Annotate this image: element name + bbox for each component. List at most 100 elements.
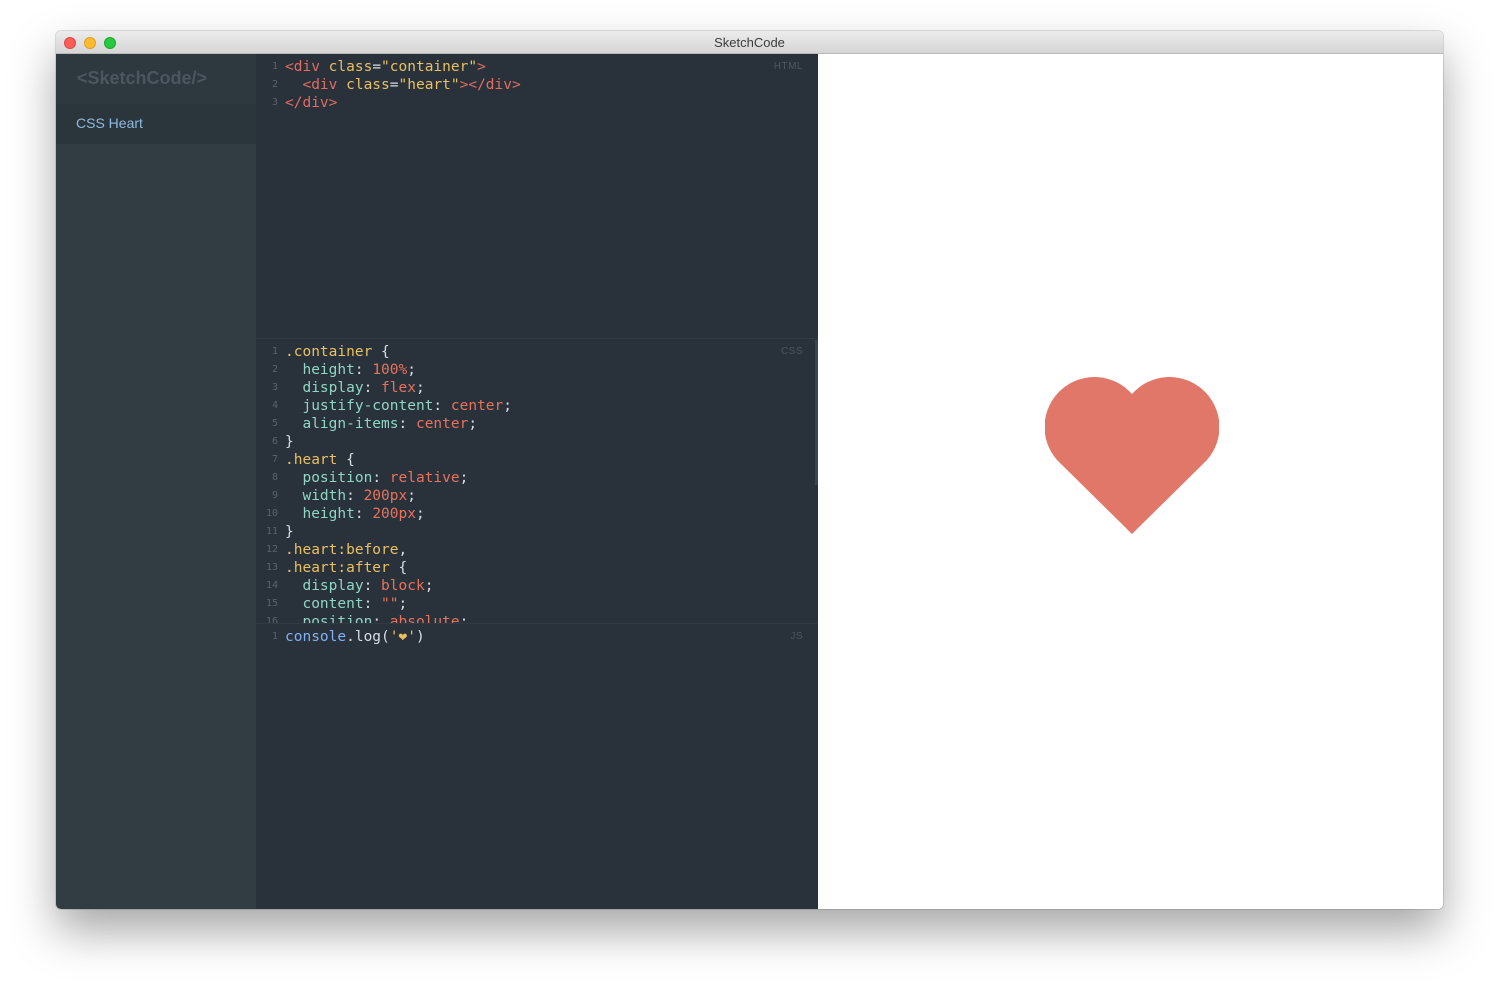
line-number: 3 [271, 382, 278, 393]
code-line[interactable]: 16 position: absolute; [256, 613, 818, 623]
line-number: 8 [271, 472, 278, 483]
code-line[interactable]: 7 .heart { [256, 451, 818, 469]
code-token: : [398, 416, 416, 432]
code-token: .log( [346, 629, 390, 645]
code-token: ; [459, 470, 469, 486]
code-token: > [477, 59, 486, 75]
code-token: "heart" [398, 77, 460, 93]
line-number: 9 [271, 490, 278, 501]
code-token: content [285, 596, 364, 612]
code-token: center [450, 398, 504, 414]
code-token: height [285, 506, 355, 522]
code-line[interactable]: 3 display: flex; [256, 379, 818, 397]
code-token: = [389, 77, 399, 93]
html-code[interactable]: 1 <div class="container"> 2 <div class="he… [256, 58, 818, 112]
window-title: SketchCode [714, 35, 785, 50]
sidebar-item-css-heart[interactable]: CSS Heart [56, 104, 256, 144]
code-token: class [328, 59, 373, 75]
code-line[interactable]: 3 </div> [256, 94, 818, 112]
line-number: 16 [265, 616, 278, 623]
line-number: 4 [271, 400, 278, 411]
code-token: position [285, 614, 373, 623]
sidebar: <SketchCode/> CSS Heart [56, 54, 256, 909]
code-token: : [346, 488, 364, 504]
code-line[interactable]: 11} [256, 523, 818, 541]
code-token: ; [398, 596, 408, 612]
preview-panel [818, 54, 1443, 909]
code-token: : [354, 362, 373, 378]
code-token: ; [407, 488, 416, 504]
code-token: class [346, 77, 390, 93]
js-editor[interactable]: JS 1 console.log('❤') [256, 623, 818, 909]
code-token: 200px [363, 488, 408, 504]
code-token: relative [389, 470, 460, 486]
code-token: ; [424, 578, 434, 594]
code-token: </div> [285, 95, 338, 111]
code-token: align-items [285, 416, 399, 432]
code-token: "container" [381, 59, 478, 75]
code-token: ) [415, 629, 425, 645]
code-line[interactable]: 12 .heart:before, [256, 541, 818, 559]
code-token: .heart [285, 560, 338, 576]
code-token: { [389, 560, 408, 576]
code-token: : [372, 614, 390, 623]
code-line[interactable]: 1 console.log('❤') [256, 628, 818, 646]
css-code[interactable]: 1 .container {2 height: 100%; 3 display: f… [256, 343, 818, 623]
code-token: ; [407, 362, 416, 378]
code-token: { [372, 344, 390, 360]
code-line[interactable]: 9 width: 200px; [256, 487, 818, 505]
code-token: display [285, 380, 364, 396]
code-token: ; [468, 416, 478, 432]
js-code[interactable]: 1 console.log('❤') [256, 628, 818, 646]
code-line[interactable]: 2 <div class="heart"></div> [256, 76, 818, 94]
code-token: height [285, 362, 355, 378]
css-editor[interactable]: CSS 1 .container {2 height: 100%; 3 displa… [256, 338, 818, 623]
code-line[interactable]: 13 .heart:after { [256, 559, 818, 577]
code-line[interactable]: 15 content: ""; [256, 595, 818, 613]
code-line[interactable]: 14 display: block; [256, 577, 818, 595]
code-line[interactable]: 2 height: 100%; [256, 361, 818, 379]
code-token: "" [381, 596, 399, 612]
code-token: ; [415, 380, 425, 396]
code-token: display [285, 578, 364, 594]
app-logo: <SketchCode/> [56, 54, 256, 104]
code-token: } [285, 524, 294, 540]
code-line[interactable]: 10 height: 200px; [256, 505, 818, 523]
code-line[interactable]: 1 .container { [256, 343, 818, 361]
code-line[interactable]: 8 position: relative; [256, 469, 818, 487]
code-token: : [363, 596, 382, 612]
code-token: } [285, 434, 294, 450]
code-token: ; [459, 614, 469, 623]
line-number: 13 [265, 562, 278, 573]
line-number: 2 [271, 364, 278, 375]
code-line[interactable]: 4 justify-content: center; [256, 397, 818, 415]
code-line[interactable]: 1 <div class="container"> [256, 58, 818, 76]
code-token: : [433, 398, 451, 414]
line-number: 7 [271, 454, 278, 465]
line-number: 14 [265, 580, 278, 591]
code-token: ; [415, 506, 425, 522]
code-line[interactable]: 6} [256, 433, 818, 451]
code-token: justify-content [285, 398, 434, 414]
code-token: .container [285, 344, 373, 360]
code-token: console [285, 629, 347, 645]
code-token: <div [285, 59, 329, 75]
code-token: ❤ [398, 629, 408, 645]
code-token: ></div> [459, 77, 521, 93]
code-token: <div [285, 77, 347, 93]
code-token: ' [389, 629, 399, 645]
code-token: { [337, 452, 355, 468]
code-token: : [363, 578, 382, 594]
line-number: 3 [271, 97, 278, 108]
line-number: 12 [265, 544, 278, 555]
html-editor[interactable]: HTML 1 <div class="container"> 2 <div clas… [256, 54, 818, 338]
code-token: 200px [372, 506, 416, 522]
line-number: 2 [271, 79, 278, 90]
line-number: 10 [265, 508, 278, 519]
code-token: .heart [285, 452, 338, 468]
code-token: ; [503, 398, 512, 414]
code-token: : [363, 380, 382, 396]
code-token: 100% [372, 362, 408, 378]
code-line[interactable]: 5 align-items: center; [256, 415, 818, 433]
title-bar: SketchCode [56, 31, 1443, 54]
